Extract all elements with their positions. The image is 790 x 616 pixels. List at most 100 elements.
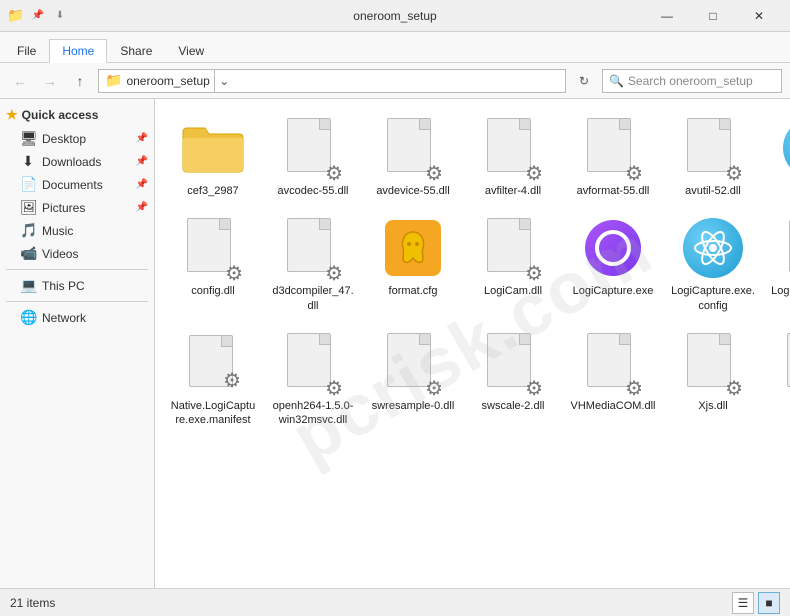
- atom-icon: [683, 218, 743, 278]
- atom-icon: [783, 118, 790, 178]
- address-dropdown[interactable]: ⌄: [214, 69, 234, 93]
- dll-icon-wrap: ⚙: [281, 331, 345, 395]
- tab-file[interactable]: File: [4, 39, 49, 62]
- file-label: format.cfg: [389, 284, 438, 298]
- sidebar-item-music[interactable]: 🎵 Music: [0, 219, 154, 242]
- address-bar: ← → ↑ 📁 oneroom_setup ⌄ ↻ 🔍 Search onero…: [0, 63, 790, 99]
- sidebar-item-downloads[interactable]: ⬇ Downloads 📌: [0, 150, 154, 173]
- dll-icon: ⚙: [387, 118, 439, 178]
- lock-icon: ⬇: [52, 8, 68, 24]
- title-bar-icons: 📁 📌 ⬇: [8, 8, 68, 24]
- quick-access-header[interactable]: ★ Quick access: [0, 103, 154, 127]
- file-label: avformat-55.dll: [577, 184, 650, 198]
- file-label: d3dcompiler_47.dll: [270, 284, 356, 313]
- dll-icon-wrap: ⚙: [581, 331, 645, 395]
- sidebar-item-label: Desktop: [42, 132, 86, 146]
- tab-share[interactable]: Share: [107, 39, 165, 62]
- dll-icon: ⚙: [187, 218, 239, 278]
- title-bar: 📁 📌 ⬇ oneroom_setup — □ ✕: [0, 0, 790, 32]
- music-icon: 🎵: [20, 222, 36, 239]
- view-controls: ☰ ■: [732, 592, 780, 614]
- dll-icon-wrap: ⚙: [281, 116, 345, 180]
- back-button[interactable]: ←: [8, 69, 32, 93]
- list-item[interactable]: ⚙ Xjs.dll: [665, 324, 761, 435]
- minimize-button[interactable]: —: [644, 0, 690, 32]
- list-item[interactable]: ⚙ avcodec-55.dll: [265, 109, 361, 205]
- list-item[interactable]: ⚙ d3dcompiler_47.dll: [265, 209, 361, 320]
- list-item[interactable]: ⚙ VHMediaCOM.dll: [565, 324, 661, 435]
- file-label: Xjs.dll: [698, 399, 727, 413]
- pictures-icon: 🖼: [20, 199, 36, 216]
- file-item-folder[interactable]: cef3_2987: [165, 109, 261, 205]
- sidebar-item-pictures[interactable]: 🖼 Pictures 📌: [0, 196, 154, 219]
- file-label: swresample-0.dll: [372, 399, 455, 413]
- list-item[interactable]: cfg.config: [765, 109, 790, 205]
- sidebar-item-documents[interactable]: 📄 Documents 📌: [0, 173, 154, 196]
- sidebar: ★ Quick access 🖥 Desktop 📌 ⬇ Downloads 📌…: [0, 99, 155, 588]
- sidebar-separator-2: [6, 301, 148, 302]
- star-icon: ★: [6, 107, 18, 123]
- dll-icon-wrap: ⚙: [481, 216, 545, 280]
- file-label: swscale-2.dll: [482, 399, 545, 413]
- file-label: openh264-1.5.0-win32msvc.dll: [270, 399, 356, 428]
- file-label: LogiCapture.exe.config: [670, 284, 756, 313]
- list-item[interactable]: ⚙ avutil-52.dll: [665, 109, 761, 205]
- forward-button[interactable]: →: [38, 69, 62, 93]
- sidebar-item-videos[interactable]: 📹 Videos: [0, 242, 154, 265]
- sidebar-item-label: Music: [42, 224, 73, 238]
- sidebar-item-label: Network: [42, 311, 86, 325]
- sidebar-item-thispc[interactable]: 💻 This PC: [0, 274, 154, 297]
- tab-home[interactable]: Home: [49, 39, 107, 63]
- documents-icon: 📄: [20, 176, 36, 193]
- dll-icon: ⚙: [487, 218, 539, 278]
- list-item[interactable]: ⚙ openh264-1.5.0-win32msvc.dll: [265, 324, 361, 435]
- file-label: LogiCapture.exe.manifest: [770, 284, 790, 313]
- thispc-icon: 💻: [20, 277, 36, 294]
- videos-icon: 📹: [20, 245, 36, 262]
- tab-view[interactable]: View: [165, 39, 217, 62]
- dll-icon-wrap: ⚙: [381, 331, 445, 395]
- main-layout: ★ Quick access 🖥 Desktop 📌 ⬇ Downloads 📌…: [0, 99, 790, 588]
- list-item[interactable]: format.cfg: [365, 209, 461, 320]
- logicapture-icon-wrap: [581, 216, 645, 280]
- list-view-button[interactable]: ☰: [732, 592, 754, 614]
- close-button[interactable]: ✕: [736, 0, 782, 32]
- sidebar-item-label: Downloads: [42, 155, 101, 169]
- list-item[interactable]: LogiCapture.exe: [565, 209, 661, 320]
- search-box[interactable]: 🔍 Search oneroom_setup: [602, 69, 782, 93]
- list-item[interactable]: ⚙ XjsEx.dll: [765, 324, 790, 435]
- up-button[interactable]: ↑: [68, 69, 92, 93]
- pin-icon: 📌: [136, 179, 148, 190]
- file-grid: cef3_2987 ⚙ avcodec-55.dll ⚙: [165, 109, 780, 434]
- maximize-button[interactable]: □: [690, 0, 736, 32]
- list-item[interactable]: ⚙ swresample-0.dll: [365, 324, 461, 435]
- dll-icon: ⚙: [287, 333, 339, 393]
- atom-icon-wrap: [681, 216, 745, 280]
- list-item[interactable]: ⚙ LogiCapture.exe.manifest: [765, 209, 790, 320]
- list-item[interactable]: ⚙ Native.LogiCapture.exe.manifest: [165, 324, 261, 435]
- list-item[interactable]: ⚙ avdevice-55.dll: [365, 109, 461, 205]
- search-icon: 🔍: [609, 74, 624, 88]
- address-path-text: oneroom_setup: [126, 74, 209, 88]
- dll-icon-wrap: ⚙: [481, 331, 545, 395]
- list-item[interactable]: ⚙ avformat-55.dll: [565, 109, 661, 205]
- list-item[interactable]: ⚙ swscale-2.dll: [465, 324, 561, 435]
- sidebar-item-network[interactable]: 🌐 Network: [0, 306, 154, 329]
- folder-icon: [181, 122, 245, 174]
- dll-icon: ⚙: [587, 118, 639, 178]
- pin-icon: 📌: [136, 202, 148, 213]
- dll-icon: ⚙: [487, 333, 539, 393]
- dll-icon: ⚙: [287, 218, 339, 278]
- list-item[interactable]: ⚙ LogiCam.dll: [465, 209, 561, 320]
- refresh-button[interactable]: ↻: [572, 69, 596, 93]
- ribbon: File Home Share View: [0, 32, 790, 63]
- dll-icon: ⚙: [387, 333, 439, 393]
- grid-view-button[interactable]: ■: [758, 592, 780, 614]
- list-item[interactable]: LogiCapture.exe.config: [665, 209, 761, 320]
- address-path[interactable]: 📁 oneroom_setup ⌄: [98, 69, 566, 93]
- list-item[interactable]: ⚙ config.dll: [165, 209, 261, 320]
- status-bar: 21 items ☰ ■: [0, 588, 790, 616]
- window-controls: — □ ✕: [644, 0, 782, 32]
- list-item[interactable]: ⚙ avfilter-4.dll: [465, 109, 561, 205]
- sidebar-item-desktop[interactable]: 🖥 Desktop 📌: [0, 127, 154, 150]
